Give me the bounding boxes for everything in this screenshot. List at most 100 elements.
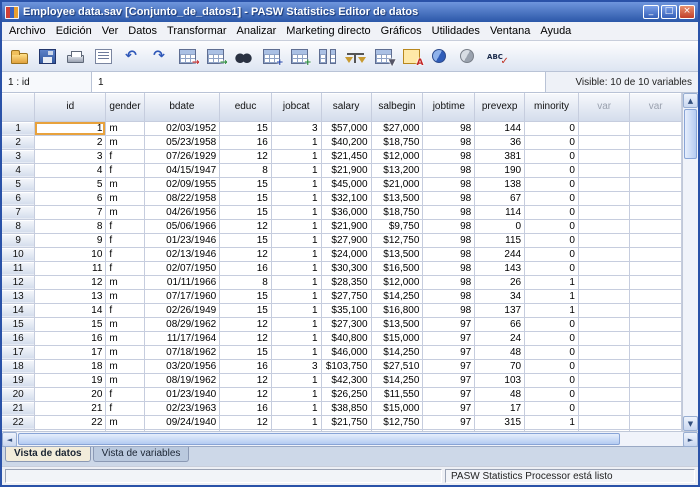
cell[interactable]: 14 [35, 303, 106, 317]
horizontal-scroll-thumb[interactable] [18, 433, 620, 445]
cell[interactable]: $13,500 [371, 247, 423, 261]
cell[interactable]: 02/23/1963 [144, 401, 220, 415]
cell[interactable]: 7 [35, 205, 106, 219]
row-header-6[interactable]: 6 [2, 191, 35, 205]
cell[interactable]: 16 [220, 401, 272, 415]
cell[interactable]: 16 [35, 331, 106, 345]
cell[interactable]: 15 [220, 345, 272, 359]
cell[interactable]: f [106, 233, 144, 247]
cell[interactable]: $103,750 [321, 359, 371, 373]
cell[interactable]: 02/03/1952 [144, 121, 220, 135]
cell[interactable]: $27,750 [321, 289, 371, 303]
cell[interactable]: 1 [271, 149, 321, 163]
cell[interactable]: 26 [475, 275, 525, 289]
empty-cell[interactable] [630, 317, 682, 331]
empty-cell[interactable] [578, 331, 630, 345]
menu-transformar[interactable]: Transformar [162, 24, 232, 38]
cell[interactable]: 04/26/1956 [144, 205, 220, 219]
cell[interactable]: 21 [35, 401, 106, 415]
cell[interactable]: $28,350 [321, 275, 371, 289]
cell[interactable]: $14,250 [371, 289, 423, 303]
cell[interactable]: 97 [423, 359, 475, 373]
selected-cell[interactable]: 1 [35, 121, 106, 135]
cell[interactable]: 12 [220, 317, 272, 331]
cell[interactable]: 0 [525, 205, 579, 219]
empty-cell[interactable] [630, 373, 682, 387]
cell[interactable]: 0 [525, 233, 579, 247]
cell[interactable]: 1 [271, 135, 321, 149]
cell[interactable]: 0 [525, 373, 579, 387]
row-header-7[interactable]: 7 [2, 205, 35, 219]
cell[interactable]: 97 [423, 387, 475, 401]
menu-utilidades[interactable]: Utilidades [427, 24, 485, 38]
row-header-5[interactable]: 5 [2, 177, 35, 191]
cell[interactable]: 1 [525, 289, 579, 303]
empty-cell[interactable] [578, 387, 630, 401]
cell[interactable]: 12 [220, 149, 272, 163]
cell[interactable]: 144 [475, 121, 525, 135]
cell[interactable]: 15 [220, 121, 272, 135]
cell[interactable]: 20 [35, 387, 106, 401]
spell-check-button[interactable] [482, 44, 508, 68]
cell[interactable]: 97 [423, 415, 475, 429]
cell[interactable]: $15,000 [371, 331, 423, 345]
empty-cell[interactable] [630, 415, 682, 429]
column-header-salary[interactable]: salary [321, 93, 371, 121]
row-header-14[interactable]: 14 [2, 303, 35, 317]
row-header-4[interactable]: 4 [2, 163, 35, 177]
empty-cell[interactable] [578, 317, 630, 331]
cell[interactable]: 15 [220, 233, 272, 247]
cell[interactable]: f [106, 219, 144, 233]
cell[interactable]: 8 [35, 219, 106, 233]
empty-cell[interactable] [630, 149, 682, 163]
empty-cell[interactable] [578, 205, 630, 219]
cell[interactable]: 4 [35, 163, 106, 177]
cell[interactable]: $38,850 [321, 401, 371, 415]
cell[interactable]: 15 [35, 317, 106, 331]
cell[interactable]: 0 [525, 345, 579, 359]
cell[interactable]: 98 [423, 163, 475, 177]
cell[interactable]: 08/29/1962 [144, 317, 220, 331]
empty-cell[interactable] [630, 177, 682, 191]
column-header-var-2[interactable]: var [630, 93, 682, 121]
cell[interactable]: 02/13/1946 [144, 247, 220, 261]
cell[interactable]: 12 [35, 275, 106, 289]
column-header-minority[interactable]: minority [525, 93, 579, 121]
cell[interactable]: m [106, 135, 144, 149]
cell[interactable]: 1 [271, 373, 321, 387]
cell[interactable]: 1 [271, 331, 321, 345]
cell[interactable]: 22 [35, 415, 106, 429]
cell[interactable]: m [106, 177, 144, 191]
cell[interactable]: 67 [475, 191, 525, 205]
cell[interactable]: 07/26/1929 [144, 149, 220, 163]
empty-cell[interactable] [578, 359, 630, 373]
column-header-jobcat[interactable]: jobcat [271, 93, 321, 121]
cell[interactable]: m [106, 275, 144, 289]
redo-button[interactable]: ↷ [146, 44, 172, 68]
cell[interactable]: $32,100 [321, 191, 371, 205]
cell[interactable]: 24 [475, 331, 525, 345]
cell[interactable]: $18,750 [371, 205, 423, 219]
cell[interactable]: 16 [220, 135, 272, 149]
empty-cell[interactable] [630, 261, 682, 275]
empty-cell[interactable] [578, 163, 630, 177]
empty-cell[interactable] [578, 303, 630, 317]
cell[interactable]: 115 [475, 233, 525, 247]
row-header-13[interactable]: 13 [2, 289, 35, 303]
column-header-prevexp[interactable]: prevexp [475, 93, 525, 121]
cell[interactable]: 02/09/1955 [144, 177, 220, 191]
cell[interactable]: m [106, 373, 144, 387]
goto-case-button[interactable]: → [174, 44, 200, 68]
menu-marketing-directo[interactable]: Marketing directo [281, 24, 375, 38]
cell[interactable]: 0 [525, 163, 579, 177]
cell[interactable]: 08/19/1962 [144, 373, 220, 387]
cell[interactable]: 114 [475, 205, 525, 219]
cell[interactable]: 19 [35, 373, 106, 387]
cell[interactable]: $16,800 [371, 303, 423, 317]
cell[interactable]: 1 [271, 303, 321, 317]
cell[interactable]: m [106, 205, 144, 219]
cell[interactable]: 34 [475, 289, 525, 303]
cell[interactable]: 08/22/1958 [144, 191, 220, 205]
menu-ayuda[interactable]: Ayuda [535, 24, 576, 38]
vertical-scrollbar[interactable]: ▲ ▼ [682, 93, 698, 431]
